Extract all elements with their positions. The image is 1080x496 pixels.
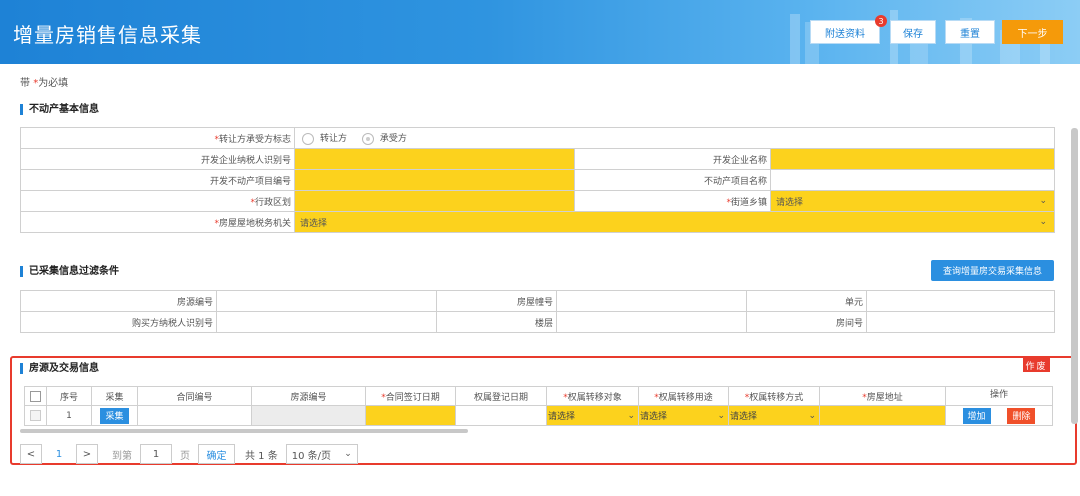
buyer-taxid-label: 购买方纳税人识别号 bbox=[20, 311, 217, 333]
radio-transferor[interactable] bbox=[302, 132, 314, 145]
room-label: 房间号 bbox=[746, 311, 867, 333]
pagination: < 1 > 到第 1 页 确定 共 1 条 10 条/页 ⌄ bbox=[20, 443, 358, 465]
chevron-down-icon: ⌄ bbox=[717, 410, 725, 421]
reset-button[interactable]: 重置 bbox=[945, 20, 995, 44]
add-row-button[interactable]: 增加 bbox=[962, 407, 991, 424]
tax-office-label: *房屋屋地税务机关 bbox=[20, 211, 295, 233]
vertical-scrollbar[interactable] bbox=[1071, 128, 1078, 424]
col-transfer-obj: *权属转移对象 bbox=[546, 386, 639, 406]
row-seq: 1 bbox=[46, 405, 92, 426]
project-no-label: 开发不动产项目编号 bbox=[20, 169, 295, 191]
transfer-flag-label: *转让方承受方标志 bbox=[20, 127, 295, 149]
chevron-down-icon: ⌄ bbox=[344, 449, 352, 459]
address-input[interactable] bbox=[819, 405, 946, 426]
save-button[interactable]: 保存 bbox=[890, 20, 936, 44]
row-ops-cell: 增加 删除 bbox=[945, 405, 1053, 426]
col-ops: 操作 bbox=[945, 386, 1053, 406]
building-no-input[interactable] bbox=[556, 290, 747, 312]
page-size-select[interactable]: 10 条/页 ⌄ bbox=[285, 444, 358, 464]
next-page-button[interactable]: > bbox=[76, 444, 98, 464]
floor-label: 楼层 bbox=[436, 311, 557, 333]
row-collect-cell: 采集 bbox=[91, 405, 138, 426]
project-name-label: 不动产项目名称 bbox=[574, 169, 771, 191]
town-label: *街道乡镇 bbox=[574, 190, 771, 212]
chevron-down-icon: ⌄ bbox=[1039, 196, 1048, 206]
page-unit-label: 页 bbox=[180, 450, 190, 462]
chevron-down-icon: ⌄ bbox=[808, 410, 816, 421]
attachments-button[interactable]: 附送资料 bbox=[810, 20, 880, 44]
dev-name-label: 开发企业名称 bbox=[574, 148, 771, 170]
void-button[interactable]: 作废 bbox=[1023, 358, 1050, 372]
transfer-obj-select[interactable]: 请选择 ⌄ bbox=[546, 405, 639, 426]
row-checkbox-cell[interactable] bbox=[24, 405, 47, 426]
house-no-input[interactable] bbox=[216, 290, 437, 312]
select-all-checkbox-cell[interactable] bbox=[24, 386, 47, 406]
dev-taxid-input[interactable] bbox=[294, 148, 575, 170]
project-no-input[interactable] bbox=[294, 169, 575, 191]
prev-page-button[interactable]: < bbox=[20, 444, 42, 464]
section-title-filter: 已采集信息过滤条件 bbox=[20, 266, 119, 277]
town-select[interactable]: 请选择 ⌄ bbox=[769, 190, 1056, 212]
contract-no-input[interactable] bbox=[137, 405, 252, 426]
col-transfer-use: *权属转移用途 bbox=[638, 386, 729, 406]
attachments-count-badge: 3 bbox=[875, 15, 887, 27]
filter-form: 房源编号 房屋幢号 单元 购买方纳税人识别号 楼层 房间号 bbox=[20, 290, 1055, 333]
horizontal-scrollbar[interactable] bbox=[20, 429, 468, 433]
sign-date-input[interactable] bbox=[365, 405, 456, 426]
section-title-basic-info: 不动产基本信息 bbox=[20, 104, 99, 115]
unit-label: 单元 bbox=[746, 290, 867, 312]
next-step-button[interactable]: 下一步 bbox=[1002, 20, 1063, 44]
building-no-label: 房屋幢号 bbox=[436, 290, 557, 312]
goto-label: 到第 bbox=[112, 450, 132, 462]
section-title-trade-info: 房源及交易信息 bbox=[20, 363, 99, 374]
chevron-down-icon: ⌄ bbox=[627, 410, 635, 421]
col-seq: 序号 bbox=[46, 386, 92, 406]
transfer-mode-select[interactable]: 请选择 ⌄ bbox=[728, 405, 820, 426]
table-row: 1 采集 请选择 ⌄ 请选择 ⌄ 请选择 ⌄ 增加 删除 bbox=[24, 405, 1053, 426]
unit-input[interactable] bbox=[866, 290, 1055, 312]
col-sign-date: *合同签订日期 bbox=[365, 386, 456, 406]
goto-confirm-button[interactable]: 确定 bbox=[198, 444, 235, 464]
delete-row-button[interactable]: 删除 bbox=[1007, 407, 1036, 424]
required-note: 带 *为必填 bbox=[20, 78, 69, 89]
trade-table: 序号 采集 合同编号 房源编号 *合同签订日期 权属登记日期 *权属转移对象 *… bbox=[24, 386, 1053, 426]
page-number-current[interactable]: 1 bbox=[42, 449, 76, 460]
radio-transferee[interactable] bbox=[361, 132, 374, 145]
buyer-taxid-input[interactable] bbox=[216, 311, 437, 333]
collect-button[interactable]: 采集 bbox=[100, 407, 129, 424]
radio-transferee-label: 承受方 bbox=[379, 134, 407, 145]
house-no-cell bbox=[251, 405, 366, 426]
col-collect: 采集 bbox=[91, 386, 138, 406]
total-count: 共 1 条 bbox=[245, 450, 278, 462]
dev-taxid-label: 开发企业纳税人识别号 bbox=[20, 148, 295, 170]
basic-info-form: *转让方承受方标志 转让方 承受方 开发企业纳税人识别号 开发企业名称 开发不动… bbox=[20, 127, 1056, 233]
col-address: *房屋地址 bbox=[819, 386, 946, 406]
col-house-no: 房源编号 bbox=[251, 386, 366, 406]
col-transfer-mode: *权属转移方式 bbox=[728, 386, 820, 406]
chevron-down-icon: ⌄ bbox=[1039, 217, 1048, 227]
tax-office-select[interactable]: 请选择 ⌄ bbox=[293, 211, 1056, 233]
table-header-row: 序号 采集 合同编号 房源编号 *合同签订日期 权属登记日期 *权属转移对象 *… bbox=[24, 386, 1053, 406]
query-records-button[interactable]: 查询增量房交易采集信息 bbox=[931, 260, 1054, 281]
radio-transferor-label: 转让方 bbox=[320, 134, 348, 145]
goto-page-input[interactable]: 1 bbox=[140, 444, 172, 464]
dev-name-input[interactable] bbox=[769, 148, 1056, 170]
select-all-checkbox[interactable] bbox=[30, 390, 41, 402]
room-input[interactable] bbox=[866, 311, 1055, 333]
row-checkbox[interactable] bbox=[30, 410, 41, 421]
floor-input[interactable] bbox=[556, 311, 747, 333]
house-no-label: 房源编号 bbox=[20, 290, 217, 312]
page-title: 增量房销售信息采集 bbox=[13, 23, 202, 47]
district-input[interactable] bbox=[294, 190, 575, 212]
reg-date-input[interactable] bbox=[455, 405, 547, 426]
col-contract-no: 合同编号 bbox=[137, 386, 252, 406]
district-label: *行政区划 bbox=[20, 190, 295, 212]
transfer-use-select[interactable]: 请选择 ⌄ bbox=[638, 405, 729, 426]
col-reg-date: 权属登记日期 bbox=[455, 386, 547, 406]
project-name-input[interactable] bbox=[769, 169, 1056, 191]
